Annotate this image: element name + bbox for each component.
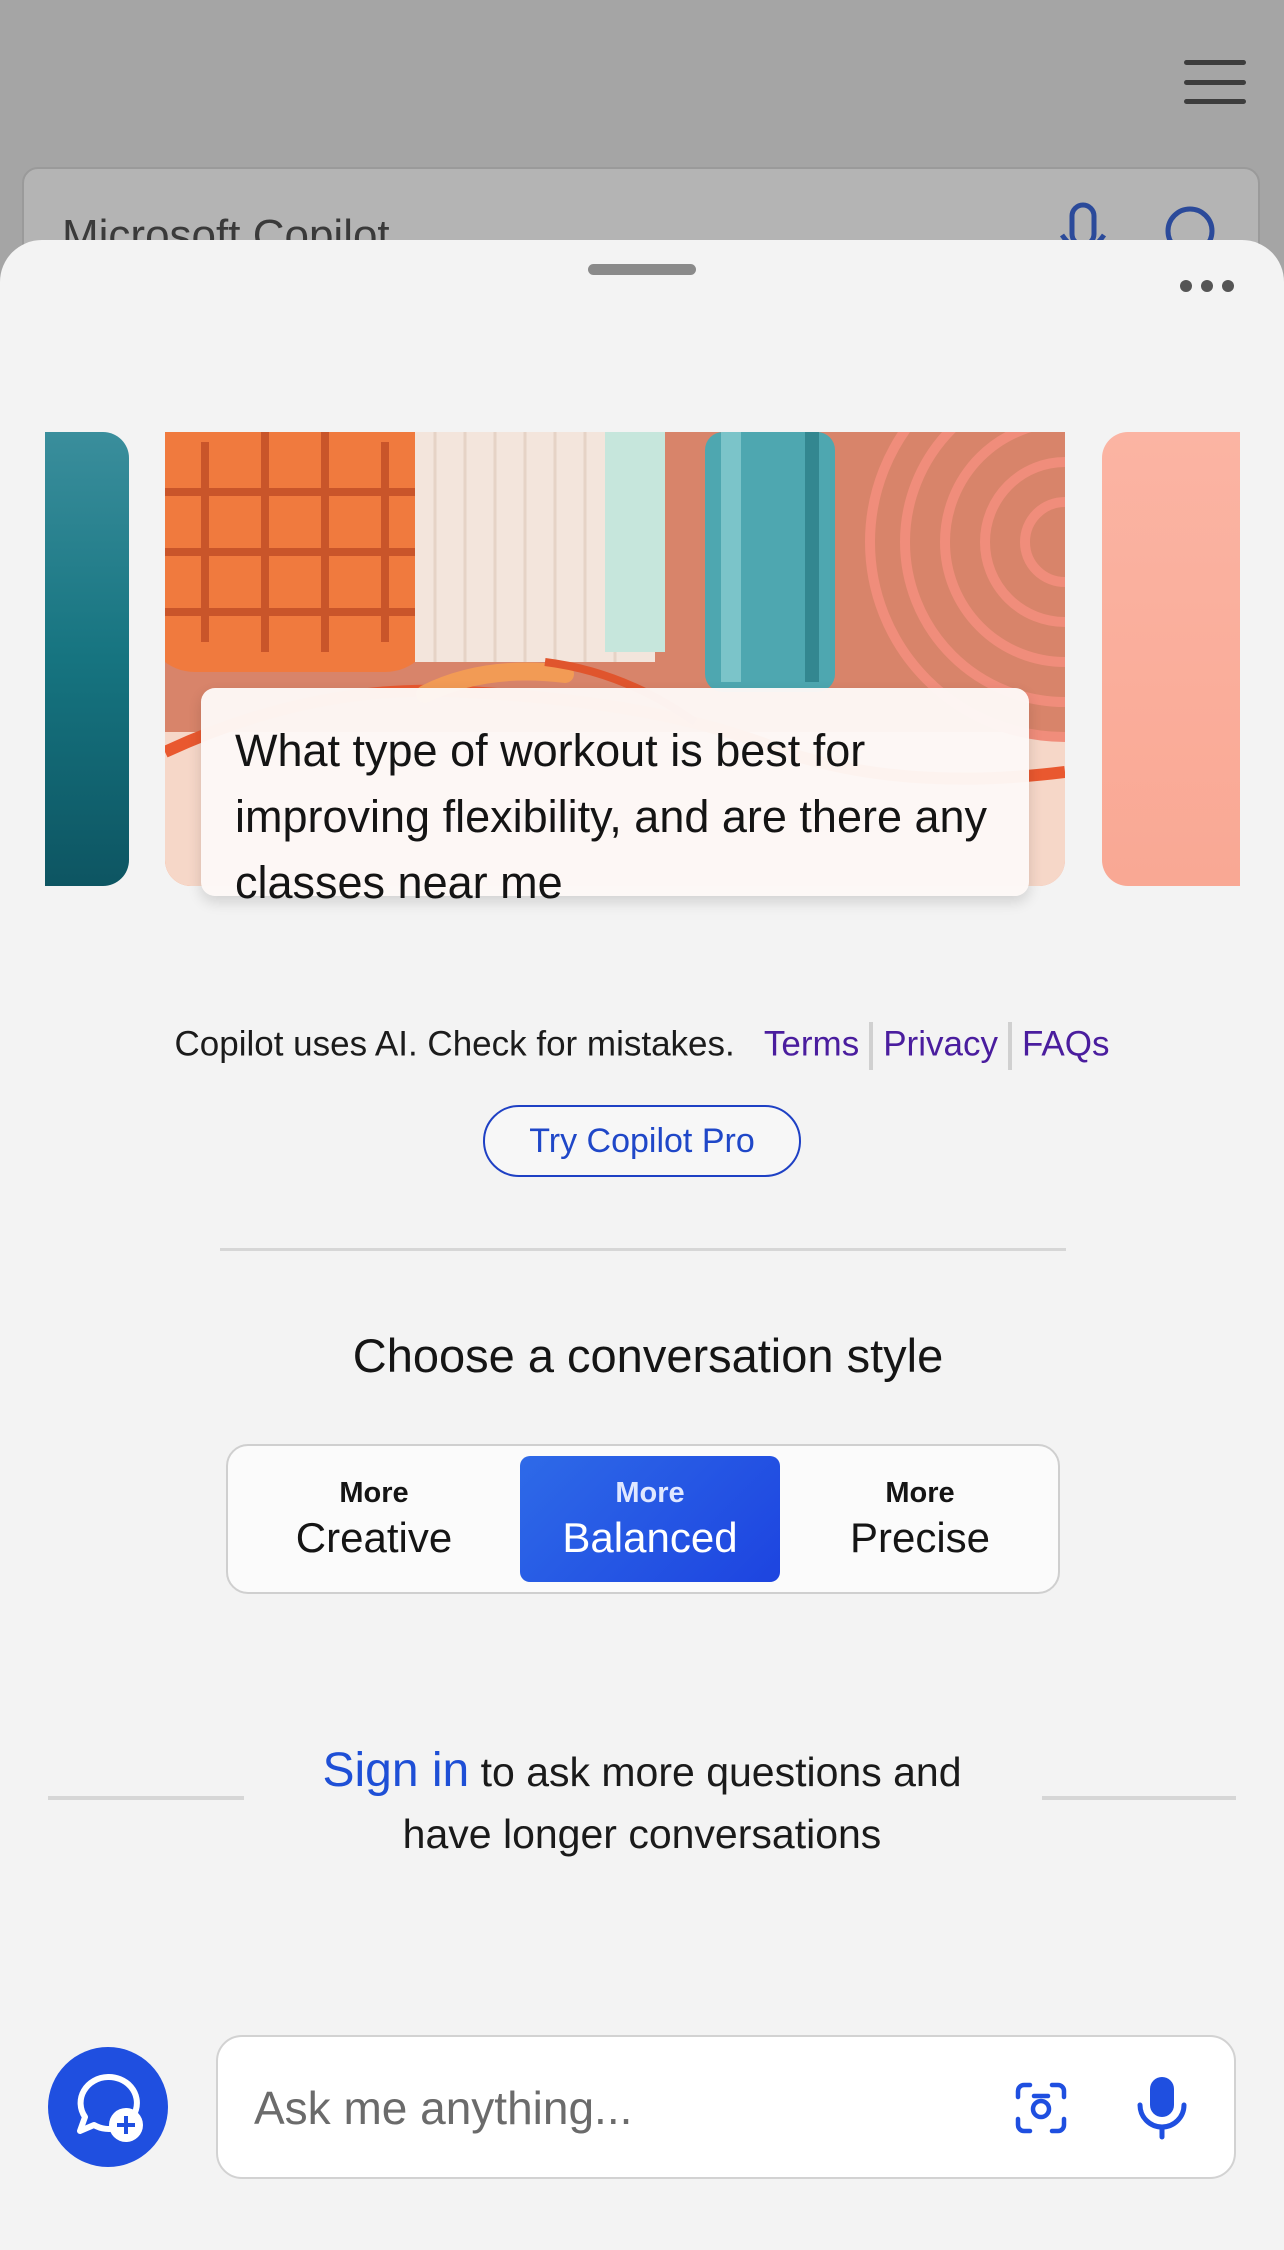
link-separator [1007, 1022, 1012, 1070]
style-option-label: Precise [849, 1513, 991, 1561]
more-options-icon[interactable] [1180, 280, 1234, 292]
section-divider [220, 1248, 1066, 1251]
privacy-link[interactable]: Privacy [883, 1024, 998, 1063]
conversation-style-title: Choose a conversation style [352, 1329, 944, 1382]
sign-in-link[interactable]: Sign in [322, 1744, 469, 1797]
suggested-prompt[interactable]: What type of workout is best for improvi… [201, 688, 1029, 908]
style-option-label: Balanced [562, 1513, 738, 1561]
signin-text-line2: have longer conversations [402, 1811, 882, 1857]
conversation-style-selector: More Creative More Balanced More Precise [226, 1444, 1060, 1594]
terms-link[interactable]: Terms [764, 1024, 859, 1063]
drag-handle[interactable] [588, 264, 696, 275]
link-separator [869, 1022, 874, 1070]
style-option-balanced[interactable]: More Balanced [520, 1456, 780, 1582]
style-option-modifier: More [885, 1476, 955, 1509]
carousel-card-next[interactable] [1102, 432, 1240, 886]
try-copilot-pro-button[interactable]: Try Copilot Pro [483, 1105, 801, 1177]
signin-text-line1: to ask more questions and [469, 1749, 962, 1795]
faqs-link[interactable]: FAQs [1022, 1024, 1110, 1063]
style-option-precise[interactable]: More Precise [790, 1456, 1050, 1582]
visual-search-icon[interactable] [1014, 2081, 1068, 2135]
ask-input[interactable] [252, 2067, 936, 2149]
signin-prompt: Sign in to ask more questions and have l… [290, 1740, 994, 1865]
style-option-modifier: More [339, 1476, 409, 1509]
menu-icon[interactable] [1184, 60, 1246, 104]
disclaimer-row: Copilot uses AI. Check for mistakes. Ter… [0, 1022, 1284, 1070]
style-option-creative[interactable]: More Creative [244, 1456, 504, 1582]
disclaimer-text: Copilot uses AI. Check for mistakes. [174, 1024, 735, 1064]
ask-input-box [216, 2035, 1236, 2179]
copilot-sheet: What type of workout is best for improvi… [0, 240, 1284, 2250]
signin-divider-left [48, 1796, 244, 1800]
style-option-label: Creative [295, 1513, 453, 1561]
style-option-modifier: More [615, 1476, 685, 1509]
new-topic-button[interactable] [48, 2047, 168, 2167]
microphone-icon[interactable] [1132, 2075, 1192, 2141]
new-chat-icon [77, 2073, 143, 2142]
carousel-card-previous[interactable] [45, 432, 129, 886]
signin-divider-right [1042, 1796, 1236, 1800]
